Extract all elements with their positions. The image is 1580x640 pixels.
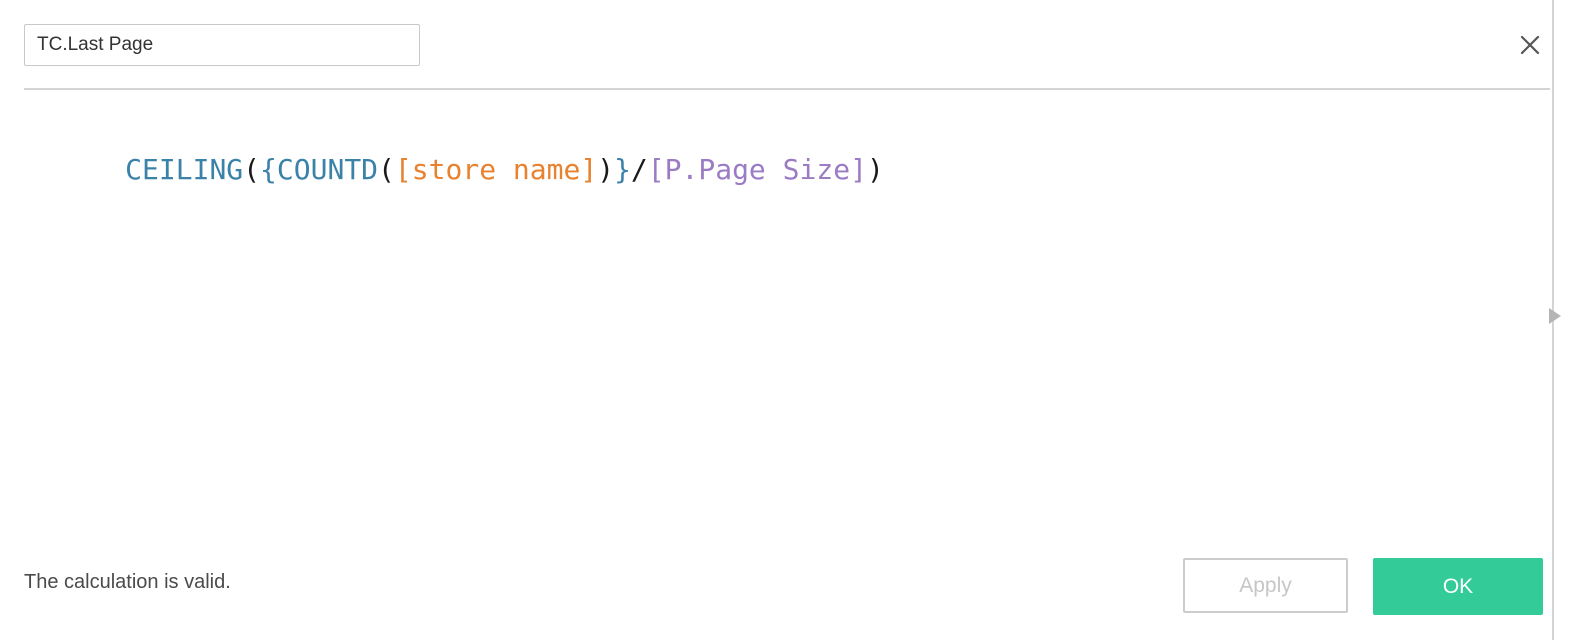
formula-text: CEILING({COUNTD([store name])}/[P.Page S… (24, 110, 884, 230)
formula-token-divide-operator: / (630, 153, 648, 186)
triangle-right-icon (1548, 307, 1562, 325)
formula-token-parameter-page-size: [P.Page Size] (647, 153, 867, 186)
formula-token-function-countd: COUNTD (276, 153, 379, 186)
close-button[interactable] (1512, 27, 1548, 63)
calculated-field-dialog: CEILING({COUNTD([store name])}/[P.Page S… (0, 0, 1580, 640)
expand-panel-button[interactable] (1546, 305, 1564, 327)
formula-editor[interactable]: CEILING({COUNTD([store name])}/[P.Page S… (0, 92, 1552, 532)
formula-token-field-store-name: [store name] (394, 153, 598, 186)
field-name-input[interactable] (24, 24, 420, 66)
ok-button[interactable]: OK (1373, 558, 1543, 615)
formula-token-paren-open-2: ( (378, 153, 395, 186)
formula-token-paren-open-1: ( (243, 153, 261, 186)
formula-token-paren-close-2: ) (866, 153, 884, 186)
formula-token-paren-close-1: ) (597, 153, 615, 186)
validation-status-text: The calculation is valid. (24, 571, 231, 593)
formula-token-brace-open: { (260, 153, 277, 186)
dialog-footer: The calculation is valid. Apply OK (0, 540, 1552, 640)
close-icon (1518, 33, 1542, 57)
formula-token-brace-close: } (614, 153, 631, 186)
apply-button[interactable]: Apply (1183, 558, 1348, 613)
header-divider (24, 88, 1550, 90)
formula-token-function-ceiling: CEILING (125, 153, 244, 186)
dialog-header (0, 0, 1580, 88)
